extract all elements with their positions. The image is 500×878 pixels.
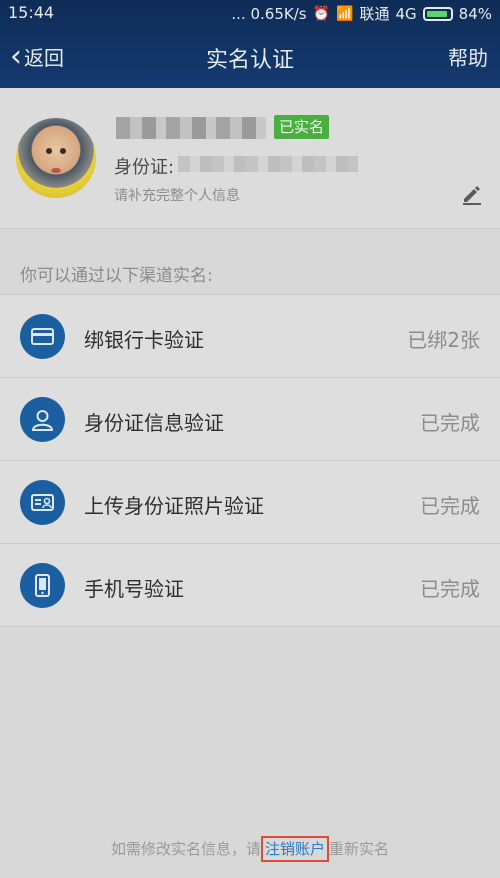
section-label: 你可以通过以下渠道实名:	[20, 266, 213, 286]
avatar-eye-right	[60, 148, 66, 154]
top-bar: 15:44 ... 0.65K/s ⏰ 📶 联通 4G 84% ‹ 返回 实名认…	[0, 0, 500, 88]
id-card-icon	[20, 480, 65, 525]
verified-badge: 已实名	[274, 115, 330, 139]
nav-bar: ‹ 返回 实名认证 帮助	[0, 28, 500, 88]
id-label: 身份证:	[114, 157, 175, 178]
avatar-eye-left	[46, 148, 52, 154]
method-id-photo[interactable]: 上传身份证照片验证 已完成	[0, 461, 500, 544]
alarm-icon: ⏰	[312, 5, 331, 22]
method-title: 手机号验证	[84, 577, 184, 601]
status-time: 15:44	[8, 3, 55, 22]
method-status: 已完成	[420, 577, 480, 601]
method-title: 身份证信息验证	[84, 411, 224, 435]
method-title: 上传身份证照片验证	[84, 494, 264, 518]
method-title: 绑银行卡验证	[84, 328, 204, 352]
footer-prefix: 如需修改实名信息，请	[110, 840, 261, 858]
phone-icon	[20, 563, 65, 608]
method-phone[interactable]: 手机号验证 已完成	[0, 544, 500, 627]
person-icon	[20, 397, 65, 442]
verification-methods-list: 绑银行卡验证 已绑2张 身份证信息验证 已完成 上传身份证照片验证 已完成 手机…	[0, 294, 500, 627]
page-title: 实名认证	[205, 48, 294, 73]
edit-pencil-icon[interactable]	[460, 182, 484, 206]
battery-level: 84%	[458, 4, 492, 23]
method-id-info[interactable]: 身份证信息验证 已完成	[0, 378, 500, 461]
method-bank-card[interactable]: 绑银行卡验证 已绑2张	[0, 295, 500, 378]
network-type: 4G	[395, 4, 417, 23]
status-right: ... 0.65K/s ⏰ 📶 联通 4G 84%	[231, 3, 492, 24]
profile-tip: 请补充完整个人信息	[114, 188, 240, 204]
cancel-account-link[interactable]: 注销账户	[260, 836, 329, 862]
id-redacted	[178, 156, 358, 172]
bank-card-icon	[20, 314, 65, 359]
avatar[interactable]	[16, 118, 96, 198]
help-button[interactable]: 帮助	[448, 42, 488, 71]
footer-note: 如需修改实名信息，请 注销账户 重新实名	[0, 836, 500, 862]
method-status: 已绑2张	[407, 328, 480, 352]
name-redacted	[116, 117, 266, 139]
wifi-icon: 📶	[336, 5, 354, 22]
battery-icon	[422, 6, 453, 21]
status-bar: 15:44 ... 0.65K/s ⏰ 📶 联通 4G 84%	[0, 0, 500, 28]
method-status: 已完成	[420, 494, 480, 518]
network-speed: ... 0.65K/s	[231, 4, 307, 23]
method-status: 已完成	[420, 411, 480, 435]
avatar-mouth	[51, 168, 61, 173]
footer-suffix: 重新实名	[329, 840, 390, 858]
carrier: 联通	[359, 5, 390, 23]
